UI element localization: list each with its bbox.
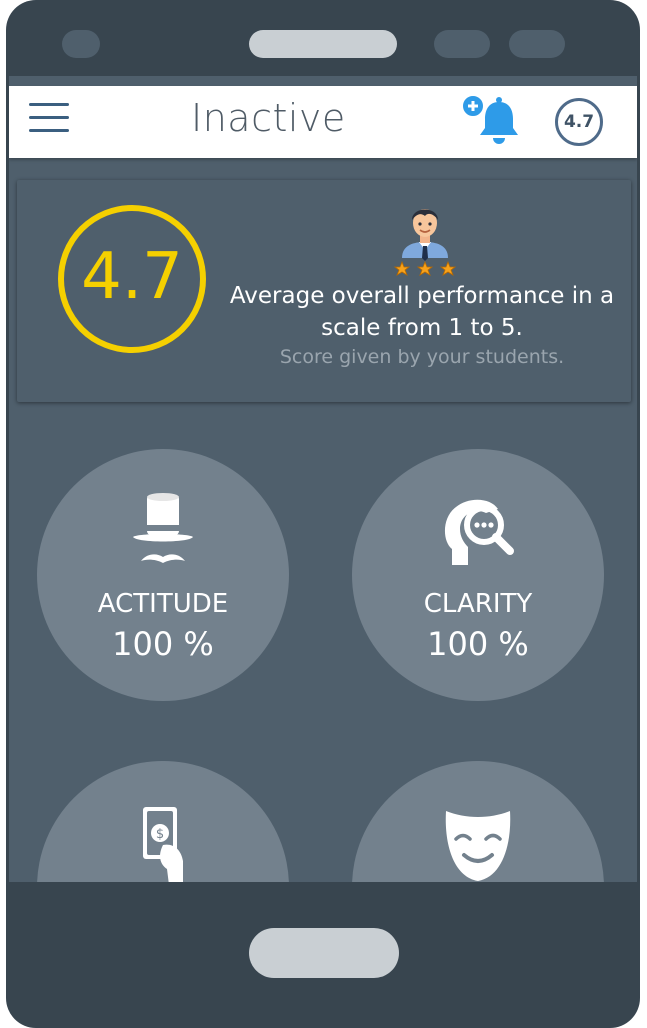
metric-payment[interactable]: $ (37, 761, 289, 882)
page-title: Inactive (191, 96, 346, 140)
svg-text:$: $ (156, 827, 164, 842)
head-magnifier-icon (438, 493, 518, 573)
speaker-grill (249, 30, 397, 58)
metric-clarity[interactable]: CLARITY 100 % (352, 449, 604, 701)
score-badge[interactable]: 4.7 (555, 98, 603, 146)
sensor-pill-1 (434, 30, 490, 58)
top-hat-mustache-icon (123, 493, 203, 573)
metric-value: 100 % (112, 625, 214, 663)
notification-bell-icon[interactable] (461, 94, 521, 150)
smiling-mask-icon (438, 805, 518, 882)
phone-frame: Inactive 4.7 4.7 Average overall perform… (6, 0, 640, 1028)
metric-label: ACTITUDE (97, 589, 229, 619)
teacher-rating-icon (390, 200, 460, 278)
hand-money-icon: $ (123, 805, 203, 882)
hamburger-menu-icon[interactable] (29, 103, 69, 133)
home-button[interactable] (249, 928, 399, 978)
app-bar: Inactive 4.7 (9, 86, 637, 158)
summary-card: 4.7 Average overall performance in a sca… (17, 180, 631, 402)
screen: Inactive 4.7 4.7 Average overall perform… (9, 76, 637, 882)
metric-label: CLARITY (423, 589, 533, 619)
metric-mood[interactable] (352, 761, 604, 882)
score-source-note: Score given by your students. (279, 346, 565, 368)
metric-value: 100 % (427, 625, 529, 663)
metric-attitude[interactable]: ACTITUDE 100 % (37, 449, 289, 701)
camera-dot (62, 30, 100, 58)
sensor-pill-2 (509, 30, 565, 58)
performance-description: Average overall performance in a scale f… (229, 283, 615, 341)
overall-score: 4.7 (58, 205, 206, 353)
